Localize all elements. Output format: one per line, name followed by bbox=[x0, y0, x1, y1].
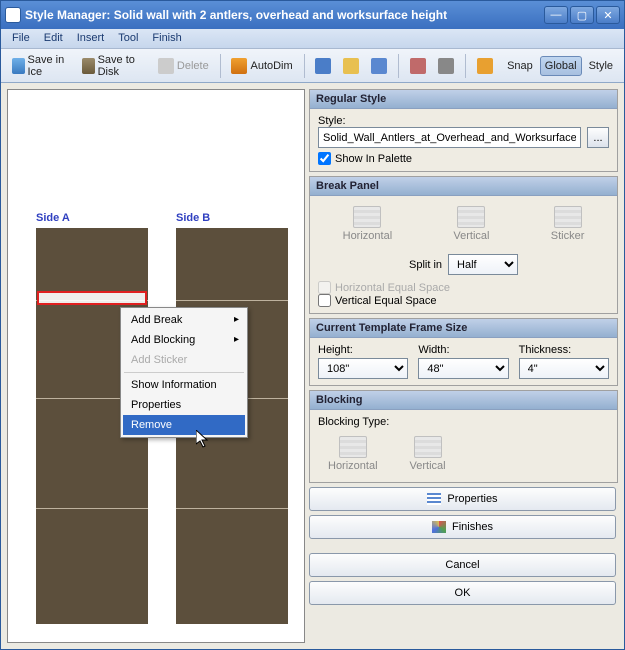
disk-icon bbox=[12, 58, 25, 74]
blocking-type-label: Blocking Type: bbox=[318, 416, 609, 428]
height-label: Height: bbox=[318, 344, 408, 356]
style-label: Style: bbox=[318, 115, 609, 127]
autodim-button[interactable]: AutoDim bbox=[226, 54, 297, 78]
ctx-add-sticker: Add Sticker bbox=[123, 350, 245, 370]
window: Style Manager: Solid wall with 2 antlers… bbox=[0, 0, 625, 650]
vertical-blocking-icon bbox=[414, 436, 442, 458]
maximize-button[interactable]: ▢ bbox=[570, 6, 594, 24]
magnifier-icon bbox=[343, 58, 359, 74]
menubar: File Edit Insert Tool Finish bbox=[1, 29, 624, 49]
thickness-select[interactable]: 4" bbox=[519, 358, 609, 379]
style-name-input[interactable] bbox=[318, 127, 581, 148]
sticker-icon bbox=[554, 206, 582, 228]
horizontal-break-icon bbox=[353, 206, 381, 228]
style-button[interactable]: Style bbox=[584, 56, 618, 76]
finishes-button[interactable]: Finishes bbox=[309, 515, 616, 539]
floppy-icon bbox=[82, 58, 95, 74]
ok-button[interactable]: OK bbox=[309, 581, 616, 605]
frame-size-header: Current Template Frame Size bbox=[310, 319, 617, 338]
save-to-disk-button[interactable]: Save to Disk bbox=[77, 50, 151, 82]
delete-x-icon bbox=[158, 58, 174, 74]
pan-tool[interactable] bbox=[366, 54, 392, 78]
tool-b[interactable] bbox=[433, 54, 459, 78]
blocking-horizontal[interactable]: Horizontal bbox=[322, 434, 384, 474]
menu-tool[interactable]: Tool bbox=[111, 29, 145, 48]
minimize-button[interactable]: — bbox=[544, 6, 568, 24]
break-vertical[interactable]: Vertical bbox=[447, 204, 495, 244]
show-in-palette-checkbox[interactable]: Show In Palette bbox=[318, 152, 609, 165]
properties-icon bbox=[427, 493, 441, 505]
save-in-ice-button[interactable]: Save in Ice bbox=[7, 50, 75, 82]
app-icon bbox=[5, 7, 21, 23]
autodim-icon bbox=[231, 58, 247, 74]
menu-file[interactable]: File bbox=[5, 29, 37, 48]
regular-style-header: Regular Style bbox=[310, 90, 617, 109]
blocking-section: Blocking Blocking Type: Horizontal Verti… bbox=[309, 390, 618, 483]
width-select[interactable]: 48" bbox=[418, 358, 508, 379]
height-select[interactable]: 108" bbox=[318, 358, 408, 379]
split-in-select[interactable]: Half bbox=[448, 254, 518, 275]
menu-finish[interactable]: Finish bbox=[145, 29, 188, 48]
move-arrows-icon bbox=[371, 58, 387, 74]
delete-button[interactable]: Delete bbox=[153, 54, 214, 78]
side-a-label: Side A bbox=[36, 212, 70, 224]
panel-icon bbox=[410, 58, 426, 74]
selected-break[interactable] bbox=[37, 291, 147, 305]
ctx-add-blocking[interactable]: Add Blocking bbox=[123, 330, 245, 350]
blocking-vertical[interactable]: Vertical bbox=[404, 434, 452, 474]
ctx-show-info[interactable]: Show Information bbox=[123, 375, 245, 395]
content-area: Side A Side B Add Break Add Blocking Add… bbox=[1, 83, 624, 649]
frame-size-section: Current Template Frame Size Height: 108"… bbox=[309, 318, 618, 386]
text-t-icon bbox=[438, 58, 454, 74]
button-column: Properties Finishes Cancel OK bbox=[309, 487, 618, 605]
finishes-icon bbox=[432, 521, 446, 533]
width-label: Width: bbox=[418, 344, 508, 356]
check-tool[interactable] bbox=[472, 54, 498, 78]
pointer-tool[interactable] bbox=[310, 54, 336, 78]
ctx-add-break[interactable]: Add Break bbox=[123, 310, 245, 330]
side-b-label: Side B bbox=[176, 212, 210, 224]
titlebar: Style Manager: Solid wall with 2 antlers… bbox=[1, 1, 624, 29]
tool-a[interactable] bbox=[405, 54, 431, 78]
break-sticker[interactable]: Sticker bbox=[545, 204, 591, 244]
break-panel-header: Break Panel bbox=[310, 177, 617, 196]
side-panel: Regular Style Style: ... Show In Palette… bbox=[309, 89, 618, 643]
ctx-remove[interactable]: Remove bbox=[123, 415, 245, 435]
global-button[interactable]: Global bbox=[540, 56, 582, 76]
snap-button[interactable]: Snap bbox=[502, 56, 538, 76]
toolbar: Save in Ice Save to Disk Delete AutoDim … bbox=[1, 49, 624, 83]
close-button[interactable]: ✕ bbox=[596, 6, 620, 24]
break-panel-section: Break Panel Horizontal Vertical Sticker … bbox=[309, 176, 618, 314]
check-icon bbox=[477, 58, 493, 74]
context-menu: Add Break Add Blocking Add Sticker Show … bbox=[120, 307, 248, 438]
menu-edit[interactable]: Edit bbox=[37, 29, 70, 48]
h-equal-space-checkbox: Horizontal Equal Space bbox=[318, 281, 609, 294]
break-horizontal[interactable]: Horizontal bbox=[337, 204, 399, 244]
vertical-break-icon bbox=[457, 206, 485, 228]
blocking-header: Blocking bbox=[310, 391, 617, 410]
ctx-properties[interactable]: Properties bbox=[123, 395, 245, 415]
window-title: Style Manager: Solid wall with 2 antlers… bbox=[25, 8, 544, 22]
cancel-button[interactable]: Cancel bbox=[309, 553, 616, 577]
thickness-label: Thickness: bbox=[519, 344, 609, 356]
horizontal-blocking-icon bbox=[339, 436, 367, 458]
split-in-label: Split in bbox=[409, 259, 442, 271]
preview-canvas[interactable]: Side A Side B Add Break Add Blocking Add… bbox=[7, 89, 305, 643]
regular-style-section: Regular Style Style: ... Show In Palette bbox=[309, 89, 618, 172]
style-browse-button[interactable]: ... bbox=[587, 127, 609, 148]
zoom-tool[interactable] bbox=[338, 54, 364, 78]
properties-button[interactable]: Properties bbox=[309, 487, 616, 511]
v-equal-space-checkbox[interactable]: Vertical Equal Space bbox=[318, 294, 609, 307]
pointer-icon bbox=[315, 58, 331, 74]
menu-insert[interactable]: Insert bbox=[70, 29, 112, 48]
